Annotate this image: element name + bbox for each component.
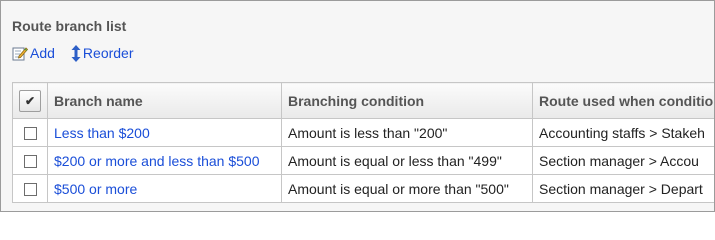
route-cell: Section manager > Depart [532,174,714,203]
table-row: $200 or more and less than $500 Amount i… [12,146,714,175]
condition-cell: Amount is equal or more than "500" [281,174,533,203]
column-header-branching-condition: Branching condition [281,82,533,119]
up-down-arrow-icon [71,44,81,62]
condition-cell: Amount is equal or less than "499" [281,146,533,175]
add-edit-icon [12,47,28,61]
branch-name-cell: $200 or more and less than $500 [47,146,282,175]
branch-table-container: ✔ Branch name Branching condition Route … [12,82,714,205]
row-checkbox[interactable] [23,127,37,141]
add-label: Add [30,45,55,61]
toolbar: Add Reorder [12,43,134,63]
column-header-branch-name: Branch name [47,82,282,119]
table-header-row: ✔ Branch name Branching condition Route … [12,82,714,119]
branch-name-link[interactable]: $200 or more and less than $500 [54,153,259,169]
table-row: Less than $200 Amount is less than "200"… [12,118,714,147]
select-all-checkbox[interactable]: ✔ [19,89,41,112]
column-header-route-used: Route used when condition [532,82,714,119]
branch-name-cell: Less than $200 [47,118,282,147]
branch-name-link[interactable]: $500 or more [54,181,137,197]
row-checkbox-cell [12,174,48,203]
branch-table: ✔ Branch name Branching condition Route … [12,82,714,203]
row-checkbox-cell [12,118,48,147]
row-checkbox[interactable] [23,183,37,197]
select-all-header: ✔ [12,82,48,119]
table-row: $500 or more Amount is equal or more tha… [12,174,714,203]
branch-name-link[interactable]: Less than $200 [54,125,150,141]
route-cell: Section manager > Accou [532,146,714,175]
route-branch-panel: Route branch list Add Reorder ✔ Branch n… [0,0,715,212]
row-checkbox[interactable] [23,155,37,169]
row-checkbox-cell [12,146,48,175]
branch-name-cell: $500 or more [47,174,282,203]
reorder-label: Reorder [82,45,134,61]
reorder-link[interactable]: Reorder [71,44,134,62]
route-cell: Accounting staffs > Stakeh [532,118,714,147]
condition-cell: Amount is less than "200" [281,118,533,147]
add-link[interactable]: Add [12,45,55,61]
section-title: Route branch list [12,18,127,34]
